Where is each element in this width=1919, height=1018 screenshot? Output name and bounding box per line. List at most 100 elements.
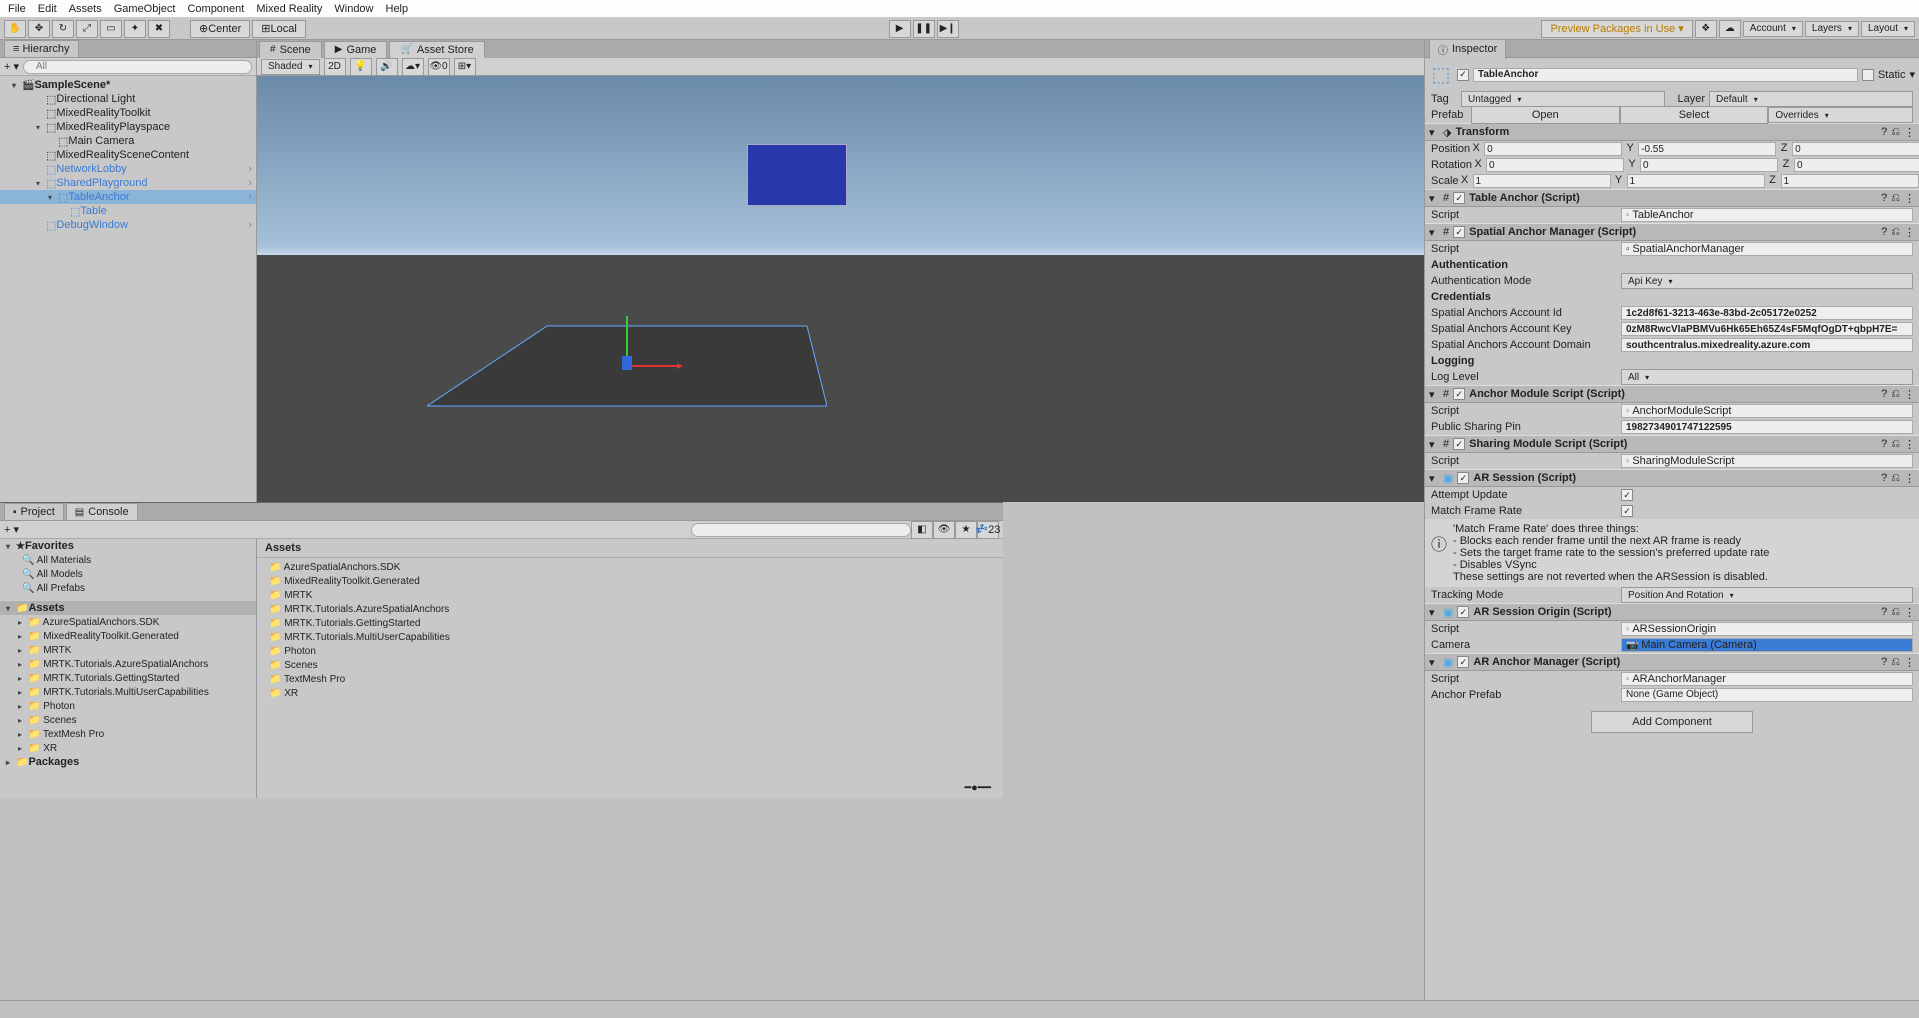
favorites-header[interactable]: ▾★ Favorites [0, 539, 256, 553]
fx-toggle[interactable]: ☁▾ [402, 58, 424, 76]
match-rate-checkbox[interactable]: ✓ [1621, 505, 1633, 517]
auth-mode-dropdown[interactable]: Api Key [1621, 273, 1913, 289]
pin-field[interactable] [1621, 420, 1913, 434]
create-dropdown[interactable]: + ▾ [4, 60, 19, 73]
menu-icon[interactable]: ⋮ [1904, 126, 1915, 139]
menu-mixedreality[interactable]: Mixed Reality [256, 3, 322, 15]
enable-checkbox[interactable]: ✓ [1453, 192, 1465, 204]
enable-checkbox[interactable]: ✓ [1457, 656, 1469, 668]
favorite-item[interactable]: 🔍 All Materials [0, 553, 256, 567]
layer-dropdown[interactable]: Default [1709, 91, 1913, 107]
custom-tool-button[interactable]: ✖ [148, 20, 170, 38]
folder-item[interactable]: ▸📁 MRTK [0, 643, 256, 657]
hierarchy-item[interactable]: ⬚ MixedRealityToolkit [0, 106, 256, 120]
menu-gameobject[interactable]: GameObject [114, 3, 176, 15]
asset-item[interactable]: 📁 MRTK.Tutorials.MultiUserCapabilities [257, 630, 1003, 644]
scene-row[interactable]: ▾🎬 SampleScene* [0, 78, 256, 92]
acct-key-field[interactable] [1621, 322, 1913, 336]
active-checkbox[interactable]: ✓ [1457, 69, 1469, 81]
preset-icon[interactable]: ⎌ [1891, 126, 1900, 139]
prefab-overrides-dropdown[interactable]: Overrides [1768, 107, 1913, 123]
folder-item[interactable]: ▸📁 MRTK.Tutorials.MultiUserCapabilities [0, 685, 256, 699]
project-tab[interactable]: ▪ Project [4, 503, 64, 520]
scene-object-table[interactable] [427, 316, 827, 436]
folder-item[interactable]: ▸📁 Scenes [0, 713, 256, 727]
hierarchy-item[interactable]: ⬚ Main Camera [0, 134, 256, 148]
collab-icon[interactable]: ❖ [1695, 20, 1717, 38]
console-tab[interactable]: ▤ Console [66, 503, 138, 520]
script-field[interactable]: ▫ SharingModuleScript [1621, 454, 1913, 468]
play-button[interactable]: ▶ [889, 20, 911, 38]
scene-tab[interactable]: # Scene [259, 41, 322, 58]
ar-origin-header[interactable]: AR Session Origin (Script) [1473, 606, 1877, 618]
folder-item[interactable]: ▸📁 XR [0, 741, 256, 755]
help-icon[interactable]: ? [1881, 126, 1887, 138]
hierarchy-item[interactable]: ⬚ Directional Light [0, 92, 256, 106]
enable-checkbox[interactable]: ✓ [1457, 472, 1469, 484]
enable-checkbox[interactable]: ✓ [1453, 388, 1465, 400]
rect-tool-button[interactable]: ▭ [100, 20, 122, 38]
asset-item[interactable]: 📁 MRTK.Tutorials.AzureSpatialAnchors [257, 602, 1003, 616]
spatial-mgr-header[interactable]: Spatial Anchor Manager (Script) [1469, 226, 1877, 238]
acct-id-field[interactable] [1621, 306, 1913, 320]
favorite-item[interactable]: 🔍 All Prefabs [0, 581, 256, 595]
anchor-module-header[interactable]: Anchor Module Script (Script) [1469, 388, 1877, 400]
gameobject-name-field[interactable] [1473, 68, 1858, 82]
script-field[interactable]: ▫ TableAnchor [1621, 208, 1913, 222]
tracking-mode-dropdown[interactable]: Position And Rotation [1621, 587, 1913, 603]
hierarchy-item[interactable]: ⬚ Table [0, 204, 256, 218]
preview-packages-button[interactable]: Preview Packages in Use ▾ [1541, 20, 1692, 38]
pos-z[interactable] [1792, 142, 1919, 156]
rot-y[interactable] [1640, 158, 1778, 172]
hand-tool-button[interactable]: ✋ [4, 20, 26, 38]
folder-item[interactable]: ▸📁 MRTK.Tutorials.GettingStarted [0, 671, 256, 685]
layout-dropdown[interactable]: Layout [1861, 21, 1915, 37]
asset-item[interactable]: 📁 AzureSpatialAnchors.SDK [257, 560, 1003, 574]
pos-x[interactable] [1484, 142, 1622, 156]
scale-tool-button[interactable]: ⤢ [76, 20, 98, 38]
assets-folder[interactable]: ▾📁 Assets [0, 601, 256, 615]
script-field[interactable]: ▫ SpatialAnchorManager [1621, 242, 1913, 256]
static-checkbox[interactable] [1862, 69, 1874, 81]
menu-edit[interactable]: Edit [38, 3, 57, 15]
hierarchy-item[interactable]: ▾⬚ SharedPlayground› [0, 176, 256, 190]
mode-2d-toggle[interactable]: 2D [324, 58, 346, 76]
scl-y[interactable] [1627, 174, 1765, 188]
pos-y[interactable] [1638, 142, 1776, 156]
hierarchy-item[interactable]: ⬚ DebugWindow› [0, 218, 256, 232]
assets-breadcrumb[interactable]: Assets [257, 539, 1003, 558]
scl-x[interactable] [1473, 174, 1611, 188]
transform-tool-button[interactable]: ✦ [124, 20, 146, 38]
favorite-icon[interactable]: ★ [955, 521, 977, 539]
move-tool-button[interactable]: ✥ [28, 20, 50, 38]
asset-item[interactable]: 📁 MixedRealityToolkit.Generated [257, 574, 1003, 588]
asset-item[interactable]: 📁 XR [257, 686, 1003, 700]
script-field[interactable]: ▫ AnchorModuleScript [1621, 404, 1913, 418]
transform-header[interactable]: Transform [1455, 126, 1877, 138]
project-create[interactable]: + ▾ [4, 523, 19, 536]
shading-dropdown[interactable]: Shaded [261, 59, 320, 75]
ar-anchor-mgr-header[interactable]: AR Anchor Manager (Script) [1473, 656, 1877, 668]
handle-toggle[interactable]: ⊞ Local [252, 20, 306, 38]
pivot-toggle[interactable]: ⊕ Center [190, 20, 250, 38]
acct-dom-field[interactable] [1621, 338, 1913, 352]
menu-help[interactable]: Help [386, 3, 409, 15]
hidden-count[interactable]: 💤23 [977, 521, 999, 539]
camera-field[interactable]: 📷 Main Camera (Camera) [1621, 638, 1913, 652]
favorite-item[interactable]: 🔍 All Models [0, 567, 256, 581]
game-tab[interactable]: ▶ Game [324, 41, 388, 58]
asset-item[interactable]: 📁 MRTK.Tutorials.GettingStarted [257, 616, 1003, 630]
hierarchy-search[interactable] [23, 60, 252, 74]
prefab-open-button[interactable]: Open [1471, 106, 1620, 124]
lighting-toggle[interactable]: 💡 [350, 58, 372, 76]
menu-window[interactable]: Window [334, 3, 373, 15]
hierarchy-tab[interactable]: ≡ Hierarchy [4, 40, 79, 57]
asset-item[interactable]: 📁 Scenes [257, 658, 1003, 672]
folder-item[interactable]: ▸📁 MixedRealityToolkit.Generated [0, 629, 256, 643]
script-field[interactable]: ▫ ARAnchorManager [1621, 672, 1913, 686]
menu-component[interactable]: Component [187, 3, 244, 15]
table-anchor-header[interactable]: Table Anchor (Script) [1469, 192, 1877, 204]
attempt-update-checkbox[interactable]: ✓ [1621, 489, 1633, 501]
sharing-module-header[interactable]: Sharing Module Script (Script) [1469, 438, 1877, 450]
scene-object-panel[interactable] [747, 144, 847, 206]
